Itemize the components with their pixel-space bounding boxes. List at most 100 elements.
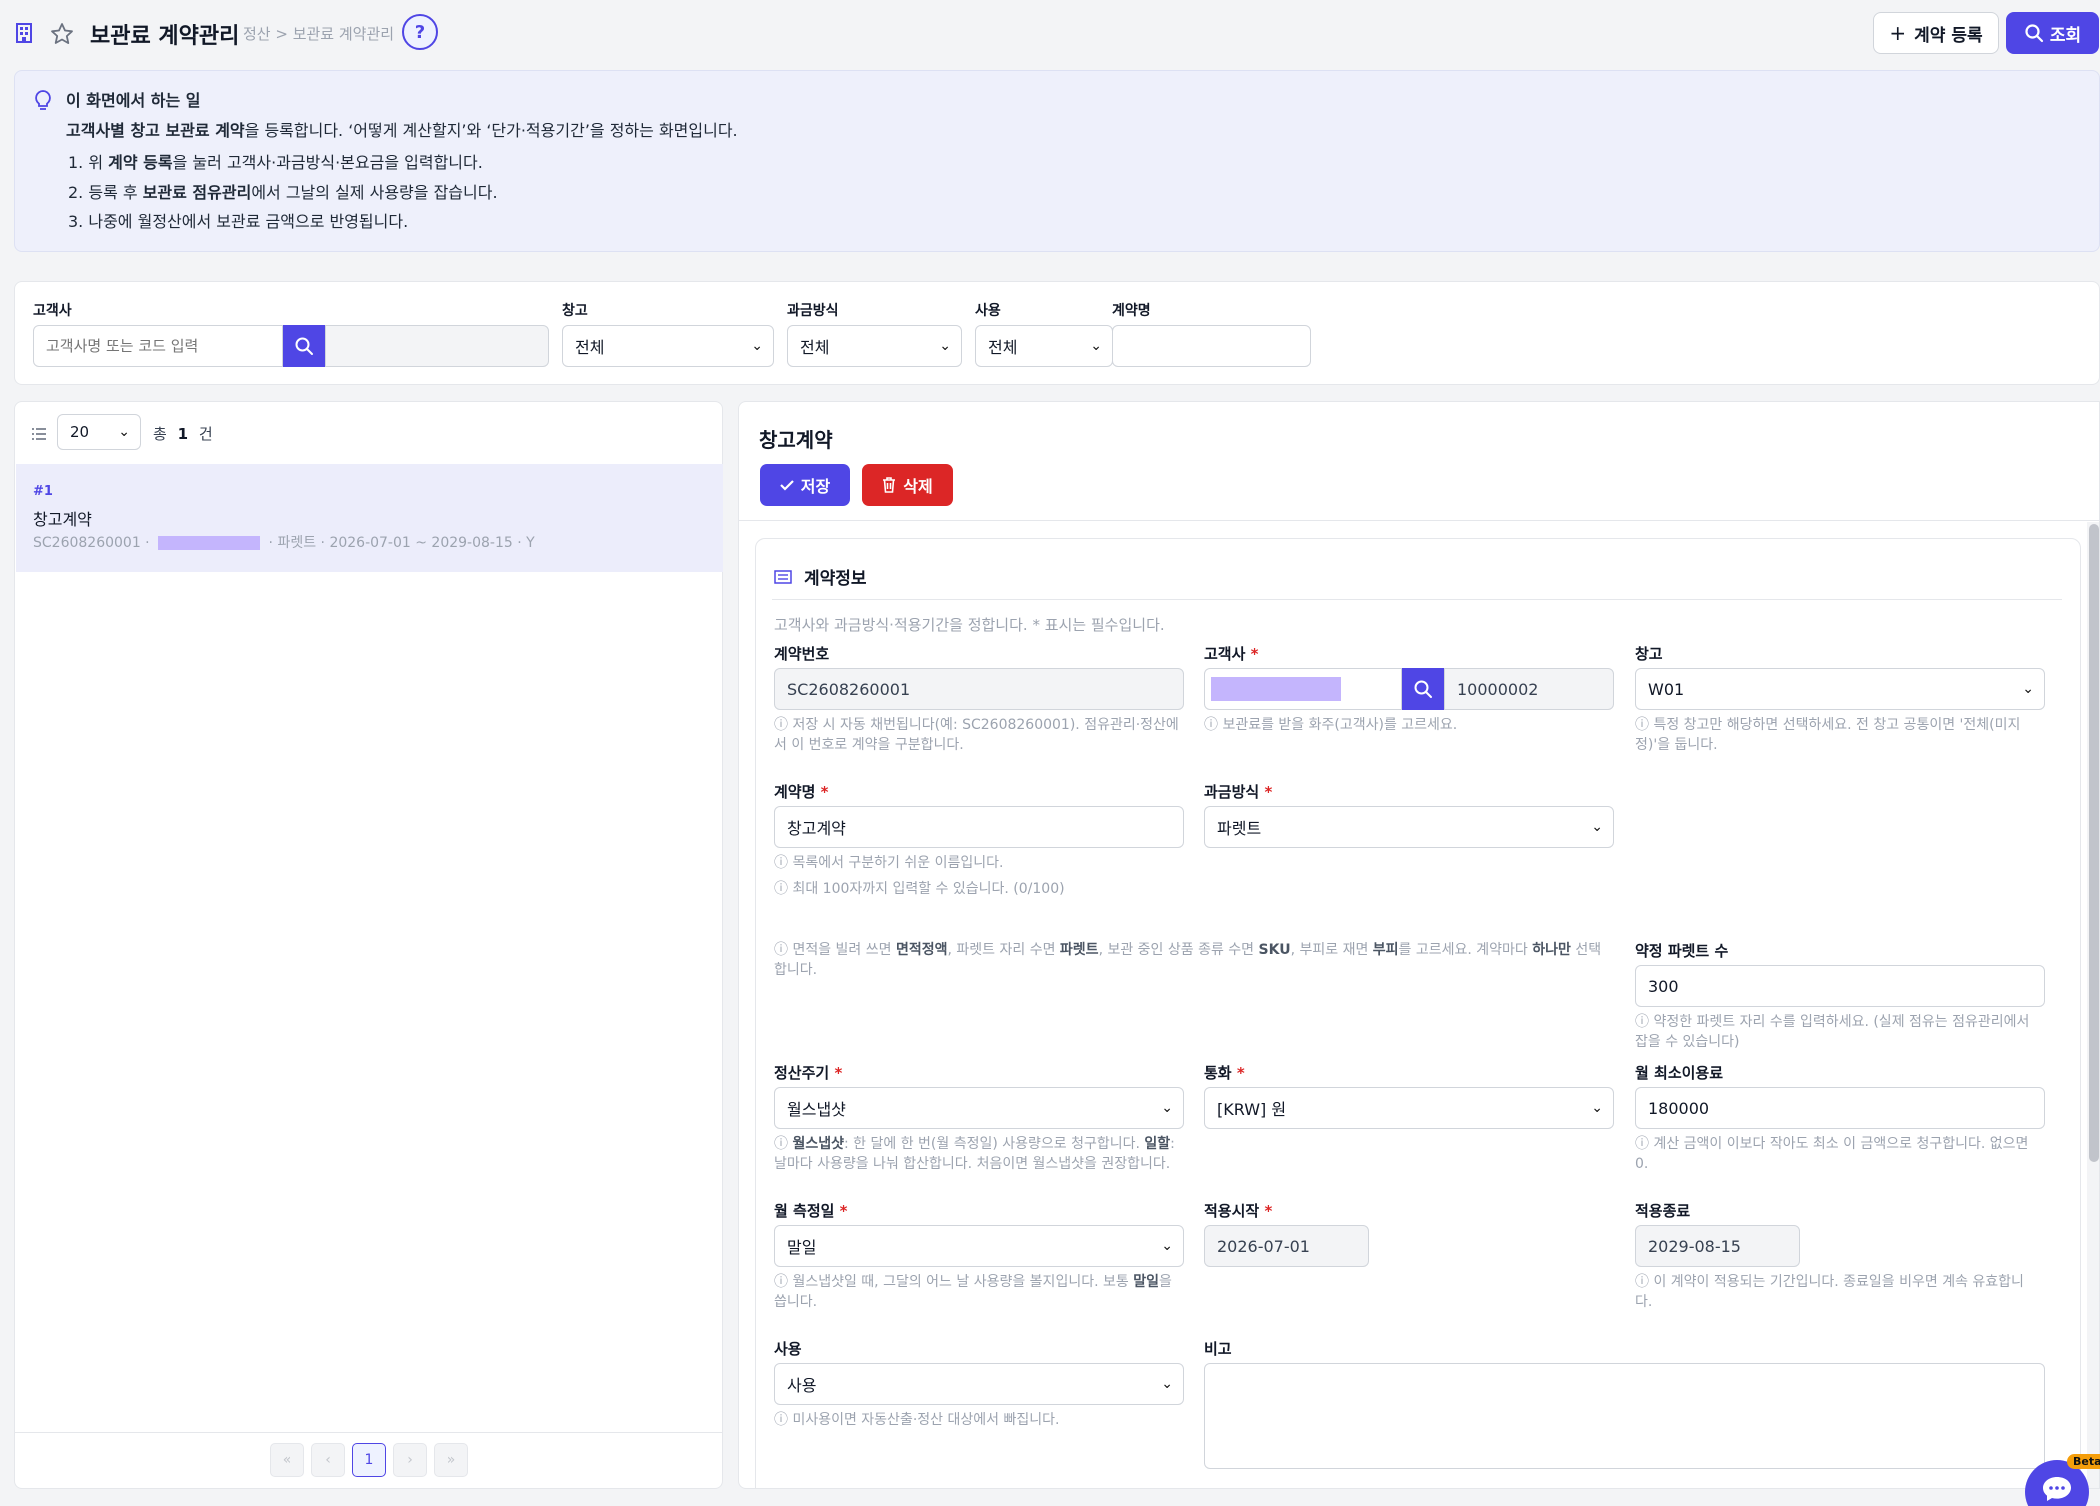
pagination-divider [15,1432,722,1433]
min-fee-input[interactable]: 180000 [1635,1087,2045,1129]
cycle-hint: ⓘ 월스냅샷: 한 달에 한 번(월 측정일) 사용량으로 청구합니다. 일할:… [774,1136,1175,1172]
filter-customer-code [325,325,549,367]
filter-use-label: 사용 [975,303,1001,319]
top-bar: 보관료 계약관리 정산 > 보관료 계약관리 ? + 계약 등록 조회 [0,0,2100,66]
customer-name-field[interactable] [1204,668,1402,710]
warehouse-label: 창고 [1635,645,1663,663]
help-button[interactable]: ? [402,14,438,50]
contract-list-panel: 20 ⌄ 총 1 건 #1 창고계약 SC2608260001 · · 파렛트 ·… [14,401,723,1489]
register-contract-button[interactable]: + 계약 등록 [1873,12,1999,54]
measure-day-select[interactable]: 말일 ⌄ [774,1225,1184,1267]
next-page-button[interactable]: › [393,1443,427,1477]
star-icon[interactable] [50,22,74,46]
last-page-button[interactable]: » [434,1443,468,1477]
register-contract-label: 계약 등록 [1914,25,1983,46]
total-count: 총 1 건 [153,425,213,443]
section-list-icon [774,569,792,588]
contract-name-label: 계약명 * [774,783,829,801]
filter-customer-search-button[interactable] [283,325,325,367]
info-intro: 고객사별 창고 보관료 계약을 등록합니다. ‘어떻게 계산할지’와 ‘단가·적… [66,121,738,140]
cycle-select[interactable]: 월스냅샷 ⌄ [774,1087,1184,1129]
page-size-select[interactable]: 20 ⌄ [57,414,141,450]
page-1-button[interactable]: 1 [352,1443,386,1477]
section-description: 고객사와 과금방식·적용기간을 정합니다. * 표시는 필수입니다. [774,616,1165,634]
lightbulb-icon [33,89,53,117]
filter-warehouse-select[interactable]: 전체 ⌄ [562,325,774,367]
filter-customer-input[interactable] [33,325,283,367]
filter-use-select[interactable]: 전체 ⌄ [975,325,1113,367]
section-divider [772,599,2062,600]
contract-name-input[interactable]: 창고계약 [774,806,1184,848]
pagination: « ‹ 1 › » [270,1443,468,1477]
use-hint: ⓘ 미사용이면 자동산출·정산 대상에서 빠집니다. [774,1412,1060,1428]
start-date-input[interactable]: 2026-07-01 [1204,1225,1369,1267]
currency-label: 통화 * [1204,1064,1245,1082]
info-step-3: 3. 나중에 월정산에서 보관료 금액으로 반영됩니다. [68,212,409,231]
customer-code-field: 10000002 [1444,668,1614,710]
first-page-button[interactable]: « [270,1443,304,1477]
pallet-count-input[interactable]: 300 [1635,965,2045,1007]
filter-warehouse-label: 창고 [562,303,588,319]
pallet-count-hint: ⓘ 약정한 파렛트 자리 수를 입력하세요. (실제 점유는 점유관리에서 잡을 … [1635,1014,2030,1050]
filter-contract-name-input[interactable] [1112,325,1311,367]
list-icon [31,426,47,445]
use-label: 사용 [774,1340,802,1358]
search-icon [2025,24,2043,43]
filter-bar: 고객사 창고 전체⌄ 과금방식 전체⌄ 사용 전체⌄ 계약명 [14,281,2100,385]
filter-contract-name-label: 계약명 [1112,303,1151,319]
masked-customer [158,536,261,550]
filter-billing-select[interactable]: 전체 ⌄ [787,325,962,367]
list-item-meta: SC2608260001 · · 파렛트 · 2026-07-01 ~ 2029… [33,535,535,551]
customer-search-button[interactable] [1402,668,1444,710]
min-fee-label: 월 최소이용료 [1635,1064,1724,1082]
billing-hint: ⓘ 면적을 빌려 쓰면 면적정액, 파렛트 자리 수면 파렛트, 보관 중인 상… [774,942,1602,978]
end-date-label: 적용종료 [1635,1202,1691,1220]
contract-detail-panel: 창고계약 저장 삭제 계약정보 고객사와 과금방식·적용기간을 정합니다. * … [738,401,2100,1489]
chevron-down-icon: ⌄ [1161,1100,1173,1116]
contract-no-field: SC2608260001 [774,668,1184,710]
filter-billing-label: 과금방식 [787,303,839,319]
pallet-count-label: 약정 파렛트 수 [1635,942,1729,960]
breadcrumb: 정산 > 보관료 계약관리 [243,25,395,43]
currency-select[interactable]: [KRW] 원 ⌄ [1204,1087,1614,1129]
save-button[interactable]: 저장 [760,464,850,506]
list-item-index: #1 [33,484,53,499]
measure-day-label: 월 측정일 * [774,1202,848,1220]
delete-button[interactable]: 삭제 [862,464,953,506]
detail-title: 창고계약 [759,428,833,452]
scrollbar-thumb[interactable] [2089,524,2099,1162]
search-icon [1414,680,1432,698]
contract-no-label: 계약번호 [774,645,830,663]
info-step-2: 2. 등록 후 보관료 점유관리에서 그날의 실제 사용량을 잡습니다. [68,183,498,202]
contract-name-hint: ⓘ 목록에서 구분하기 쉬운 이름입니다. ⓘ 최대 100자까지 입력할 수 있… [774,855,1065,897]
billing-select[interactable]: 파렛트 ⌄ [1204,806,1614,848]
billing-label: 과금방식 * [1204,783,1273,801]
memo-textarea[interactable] [1204,1363,2045,1469]
search-icon [295,337,313,355]
period-hint: ⓘ 이 계약이 적용되는 기간입니다. 종료일을 비우면 계속 유효합니 다. [1635,1274,2024,1310]
customer-hint: ⓘ 보관료를 받을 화주(고객사)를 고르세요. [1204,717,1458,733]
info-box: 이 화면에서 하는 일 고객사별 창고 보관료 계약을 등록합니다. ‘어떻게 … [14,70,2100,252]
plus-icon: + [1889,21,1907,45]
building-icon [14,22,34,44]
detail-divider [739,520,2099,521]
chevron-down-icon: ⌄ [118,424,130,440]
use-select[interactable]: 사용 ⌄ [774,1363,1184,1405]
search-button[interactable]: 조회 [2006,12,2099,54]
warehouse-select[interactable]: W01 ⌄ [1635,668,2045,710]
chevron-down-icon: ⌄ [1090,338,1102,354]
trash-icon [883,477,896,493]
check-icon [779,480,794,491]
section-title: 계약정보 [804,569,867,589]
end-date-input[interactable]: 2029-08-15 [1635,1225,1800,1267]
list-item-name: 창고계약 [33,510,92,529]
page-title: 보관료 계약관리 [90,24,240,49]
warehouse-hint: ⓘ 특정 창고만 해당하면 선택하세요. 전 창고 공통이면 '전체(미지 정)'… [1635,717,2021,753]
start-date-label: 적용시작 * [1204,1202,1273,1220]
list-item[interactable]: #1 창고계약 SC2608260001 · · 파렛트 · 2026-07-0… [16,464,723,572]
chevron-down-icon: ⌄ [2022,681,2034,697]
measure-day-hint: ⓘ 월스냅샷일 때, 그달의 어느 날 사용량을 볼지입니다. 보통 말일을 씁… [774,1274,1172,1310]
masked-customer-name [1211,677,1341,701]
chevron-down-icon: ⌄ [1161,1376,1173,1392]
prev-page-button[interactable]: ‹ [311,1443,345,1477]
